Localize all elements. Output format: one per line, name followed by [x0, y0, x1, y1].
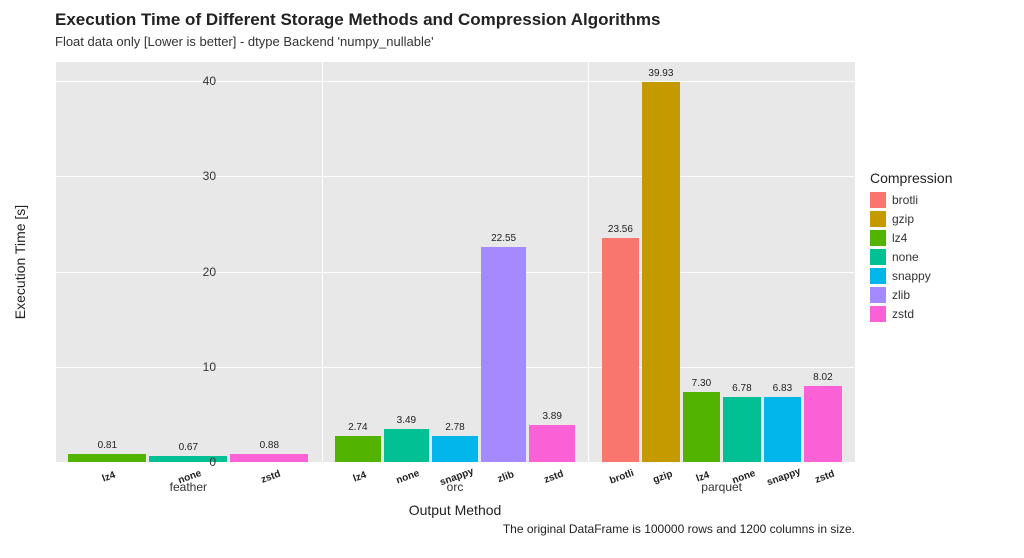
legend-swatch [870, 230, 886, 246]
grid-line [55, 62, 56, 462]
group-label-orc: orc [447, 480, 464, 494]
y-tick-label: 30 [56, 169, 216, 183]
legend-swatch [870, 192, 886, 208]
bar-value-label: 0.67 [179, 442, 198, 453]
legend-label: gzip [892, 212, 914, 226]
legend-swatch [870, 249, 886, 265]
y-tick-label: 40 [56, 74, 216, 88]
legend-item-zlib: zlib [870, 287, 952, 303]
chart-title: Execution Time of Different Storage Meth… [55, 10, 660, 30]
legend-item-lz4: lz4 [870, 230, 952, 246]
group-label-parquet: parquet [701, 480, 742, 494]
bar-category-label: gzip [652, 469, 675, 486]
bar-value-label: 2.74 [348, 422, 367, 433]
chart-caption: The original DataFrame is 100000 rows an… [55, 522, 855, 536]
bar-orc-snappy [432, 436, 478, 462]
y-axis-label: Execution Time [s] [12, 205, 28, 319]
bar-parquet-snappy [764, 397, 802, 462]
bar-value-label: 0.88 [260, 440, 279, 451]
x-axis-label: Output Method [55, 502, 855, 518]
bar-value-label: 23.56 [608, 224, 633, 235]
legend-item-brotli: brotli [870, 192, 952, 208]
bar-category-label: lz4 [352, 470, 368, 485]
bar-orc-zlib [481, 247, 527, 462]
bar-orc-lz4 [335, 436, 381, 462]
grid-line [855, 62, 856, 462]
bar-parquet-none [723, 397, 761, 462]
bar-category-label: zstd [543, 469, 566, 486]
bar-feather-zstd [230, 454, 308, 462]
group-label-feather: feather [170, 480, 207, 494]
bar-parquet-lz4 [683, 392, 721, 462]
bar-value-label: 22.55 [491, 233, 516, 244]
bar-value-label: 39.93 [648, 68, 673, 79]
bar-value-label: 6.78 [732, 383, 751, 394]
bar-value-label: 8.02 [813, 372, 832, 383]
legend-item-none: none [870, 249, 952, 265]
bar-value-label: 3.49 [397, 415, 416, 426]
legend-label: none [892, 250, 919, 264]
plot-area [55, 62, 855, 462]
legend-item-zstd: zstd [870, 306, 952, 322]
bar-parquet-gzip [642, 82, 680, 462]
bar-value-label: 3.89 [542, 411, 561, 422]
bar-parquet-zstd [804, 386, 842, 462]
bar-value-label: 0.81 [98, 440, 117, 451]
bar-category-label: none [395, 468, 421, 487]
bar-category-label: snappy [766, 466, 803, 488]
bar-value-label: 7.30 [692, 378, 711, 389]
legend-swatch [870, 268, 886, 284]
legend-swatch [870, 306, 886, 322]
legend-label: zlib [892, 288, 910, 302]
legend-label: lz4 [892, 231, 907, 245]
bar-category-label: zlib [496, 469, 515, 485]
legend: Compression brotli gzip lz4 none snappy zlib z… [870, 170, 952, 325]
bar-category-label: zstd [260, 469, 283, 486]
legend-item-snappy: snappy [870, 268, 952, 284]
bar-value-label: 2.78 [445, 422, 464, 433]
legend-label: snappy [892, 269, 931, 283]
bar-value-label: 6.83 [773, 383, 792, 394]
bar-parquet-brotli [602, 238, 640, 462]
legend-swatch [870, 211, 886, 227]
legend-swatch [870, 287, 886, 303]
grid-line [588, 62, 589, 462]
y-tick-label: 20 [56, 265, 216, 279]
chart-subtitle: Float data only [Lower is better] - dtyp… [55, 34, 434, 49]
y-tick-label: 10 [56, 360, 216, 374]
bar-category-label: zstd [814, 469, 837, 486]
bar-category-label: lz4 [101, 470, 117, 485]
y-tick-label: 0 [56, 455, 216, 469]
legend-title: Compression [870, 170, 952, 186]
bar-orc-zstd [529, 425, 575, 462]
legend-label: brotli [892, 193, 918, 207]
grid-line [322, 62, 323, 462]
chart-container: Execution Time of Different Storage Meth… [0, 0, 1024, 558]
bar-category-label: brotli [609, 468, 636, 487]
legend-item-gzip: gzip [870, 211, 952, 227]
legend-label: zstd [892, 307, 914, 321]
bar-orc-none [384, 429, 430, 462]
